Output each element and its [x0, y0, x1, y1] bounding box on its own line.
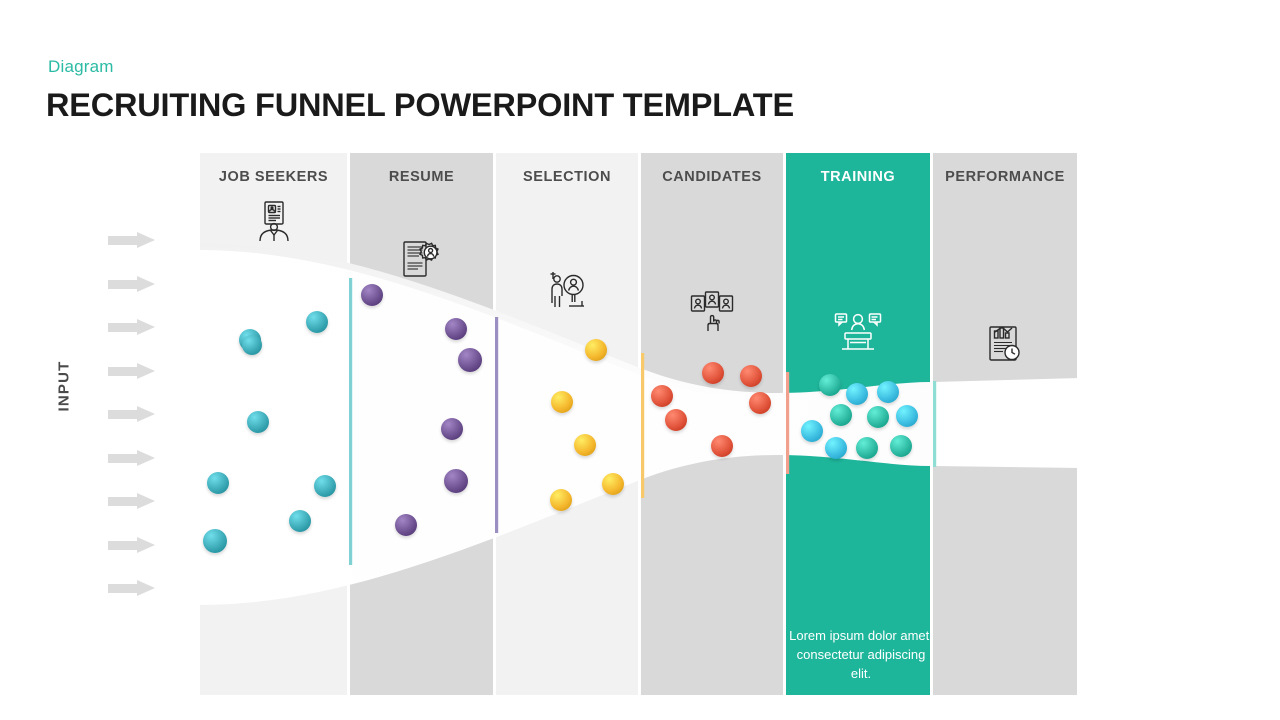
input-arrow [108, 319, 156, 336]
job-seeker-dot [247, 411, 269, 433]
candidate-dot [665, 409, 687, 431]
candidate-dot [711, 435, 733, 457]
job-seeker-dot [306, 311, 328, 333]
resume-dot [458, 348, 482, 372]
training-dot [825, 437, 847, 459]
input-arrow [108, 232, 156, 249]
training-dot [801, 420, 823, 442]
selection-dot [550, 489, 572, 511]
person-resume-icon [200, 200, 347, 242]
funnel-board: JOB SEEKERS RESUME SELECTION CANDIDATES … [200, 153, 1080, 695]
stage-header-candidates: CANDIDATES [662, 169, 762, 185]
resume-dot [361, 284, 383, 306]
training-dot [877, 381, 899, 403]
candidate-dot [740, 365, 762, 387]
training-dot [896, 405, 918, 427]
stage-column-selection[interactable] [496, 153, 638, 695]
kicker-label: Diagram [48, 57, 114, 76]
input-arrow [108, 580, 156, 597]
training-dot [856, 437, 878, 459]
input-arrow [108, 362, 156, 380]
stage-column-performance[interactable] [933, 153, 1077, 695]
input-arrow [108, 449, 156, 467]
input-arrow [108, 406, 156, 423]
job-seeker-dot [207, 472, 229, 494]
page-title: RECRUITING FUNNEL POWERPOINT TEMPLATE [46, 87, 794, 123]
selection-dot [574, 434, 596, 456]
stage-header-training: TRAINING [820, 169, 896, 185]
job-seeker-dot [242, 335, 262, 355]
stage-header-resume: RESUME [388, 169, 455, 185]
job-seeker-dot [314, 475, 336, 497]
candidate-dot [749, 392, 771, 414]
training-dot [830, 404, 852, 426]
resume-dot [395, 514, 417, 536]
candidate-dot [651, 385, 673, 407]
candidate-dot [702, 362, 724, 384]
stage-header-selection: SELECTION [523, 169, 611, 185]
person-magnifier-icon [496, 270, 638, 312]
performance-report-icon [933, 323, 1077, 363]
resume-dot [444, 469, 468, 493]
selection-dot [585, 339, 607, 361]
document-gear-person-icon [350, 239, 493, 279]
stage-column-resume[interactable] [350, 153, 493, 695]
training-dot [846, 383, 868, 405]
training-note-text: Lorem ipsum dolor amet, consectetur adip… [789, 628, 933, 681]
input-arrow [108, 536, 156, 554]
selection-dot [602, 473, 624, 495]
stage-header-job-seekers: JOB SEEKERS [218, 169, 329, 185]
training-dot [890, 435, 912, 457]
input-arrow-rail [108, 232, 164, 604]
training-dot [867, 406, 889, 428]
resume-dot [445, 318, 467, 340]
selection-dot [551, 391, 573, 413]
training-desk-icon [786, 311, 930, 353]
input-arrow [108, 493, 156, 510]
training-dot [819, 374, 841, 396]
resume-dot [441, 418, 463, 440]
input-axis-label: INPUT [55, 360, 73, 412]
input-arrow [108, 275, 156, 293]
job-seeker-dot [289, 510, 311, 532]
stage-header-performance: PERFORMANCE [945, 169, 1065, 185]
candidate-group-select-icon [641, 291, 783, 333]
job-seeker-dot [203, 529, 227, 553]
stage-column-candidates[interactable] [641, 153, 783, 695]
